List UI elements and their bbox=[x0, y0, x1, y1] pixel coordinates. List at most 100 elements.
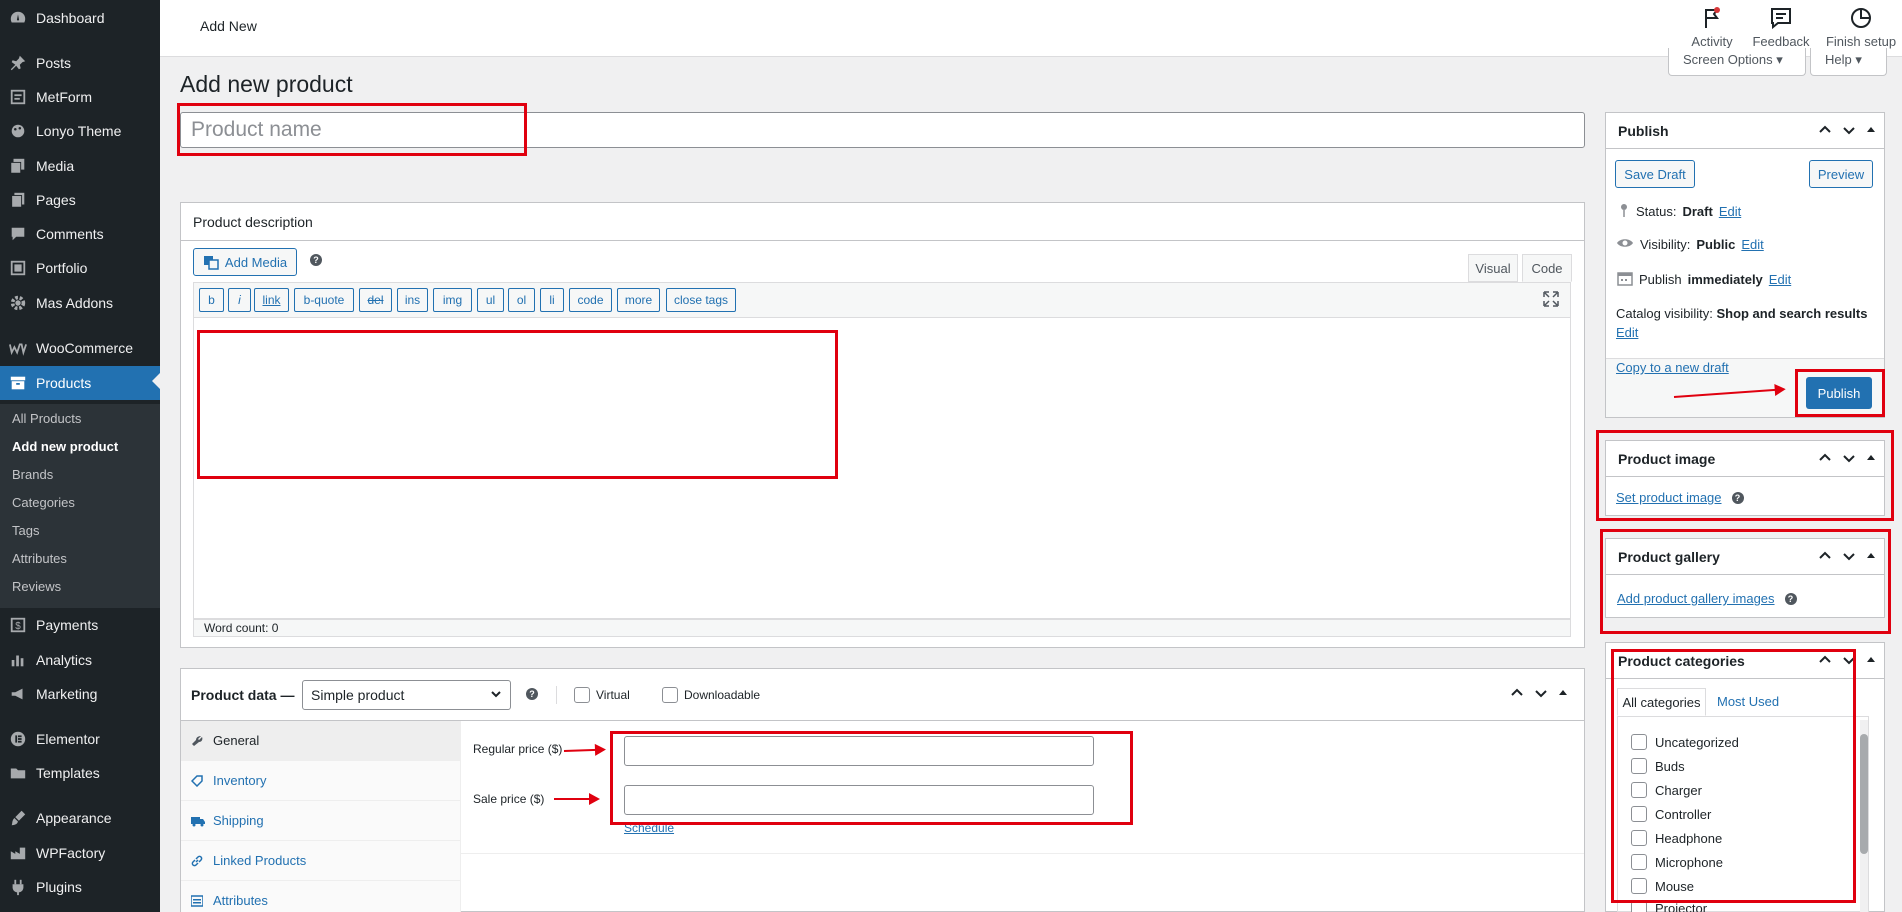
qt-ul-button[interactable]: ul bbox=[477, 288, 504, 312]
category-item[interactable]: Uncategorized bbox=[1631, 734, 1739, 750]
triangle-up-icon[interactable] bbox=[1558, 686, 1568, 703]
sidebar-item-dashboard[interactable]: Dashboard bbox=[0, 3, 160, 33]
sidebar-item-products[interactable]: Products bbox=[0, 366, 160, 400]
qt-ins-button[interactable]: ins bbox=[397, 288, 428, 312]
sidebar-item-portfolio[interactable]: Portfolio bbox=[0, 253, 160, 283]
publish-button[interactable]: Publish bbox=[1806, 377, 1872, 409]
submenu-attributes[interactable]: Attributes bbox=[12, 551, 67, 566]
qt-li-button[interactable]: li bbox=[540, 288, 564, 312]
help-icon[interactable]: ? bbox=[1784, 592, 1797, 605]
status-edit-link[interactable]: Edit bbox=[1719, 204, 1741, 219]
sidebar-item-pages[interactable]: Pages bbox=[0, 185, 160, 215]
submenu-tags[interactable]: Tags bbox=[12, 523, 39, 538]
sidebar-item-analytics[interactable]: Analytics bbox=[0, 645, 160, 675]
submenu-brands[interactable]: Brands bbox=[12, 467, 53, 482]
sidebar-item-lonyo-theme[interactable]: Lonyo Theme bbox=[0, 116, 160, 146]
qt-img-button[interactable]: img bbox=[433, 288, 472, 312]
triangle-up-icon[interactable] bbox=[1866, 653, 1876, 670]
product-name-input[interactable] bbox=[180, 112, 1585, 148]
checkbox-box[interactable] bbox=[1631, 830, 1647, 846]
submenu-categories[interactable]: Categories bbox=[12, 495, 75, 510]
tab-visual[interactable]: Visual bbox=[1468, 254, 1518, 282]
help-icon[interactable]: ? bbox=[526, 688, 538, 700]
product-type-select[interactable]: Simple product bbox=[302, 680, 511, 710]
add-media-button[interactable]: Add Media bbox=[193, 248, 297, 276]
chevron-down-icon[interactable] bbox=[1842, 123, 1856, 140]
qt-more-button[interactable]: more bbox=[617, 288, 660, 312]
checkbox-box[interactable] bbox=[1631, 758, 1647, 774]
sidebar-item-wpfactory[interactable]: WPFactory bbox=[0, 838, 160, 868]
checkbox-box[interactable] bbox=[1631, 854, 1647, 870]
qt-code-button[interactable]: code bbox=[569, 288, 612, 312]
sidebar-item-marketing[interactable]: Marketing bbox=[0, 679, 160, 709]
tab-attributes[interactable]: Attributes bbox=[181, 881, 461, 912]
triangle-up-icon[interactable] bbox=[1866, 451, 1876, 468]
tab-code[interactable]: Code bbox=[1522, 254, 1572, 282]
sale-price-input[interactable] bbox=[624, 785, 1094, 815]
chevron-down-icon[interactable] bbox=[1534, 686, 1548, 703]
set-product-image-link[interactable]: Set product image bbox=[1616, 490, 1722, 505]
fullscreen-icon[interactable] bbox=[1543, 291, 1559, 310]
regular-price-input[interactable] bbox=[624, 736, 1094, 766]
checkbox-box[interactable] bbox=[1631, 901, 1647, 912]
qt-bold-button[interactable]: b bbox=[199, 288, 224, 312]
triangle-up-icon[interactable] bbox=[1866, 549, 1876, 566]
chevron-down-icon[interactable] bbox=[1842, 549, 1856, 566]
activity-button[interactable]: Activity bbox=[1682, 6, 1742, 49]
save-draft-button[interactable]: Save Draft bbox=[1615, 160, 1695, 188]
publish-date-edit-link[interactable]: Edit bbox=[1769, 272, 1791, 287]
qt-close-tags-button[interactable]: close tags bbox=[666, 288, 736, 312]
screen-options-button[interactable]: Screen Options ▾ bbox=[1668, 48, 1806, 76]
tab-all-categories[interactable]: All categories bbox=[1617, 688, 1706, 716]
finish-setup-button[interactable]: Finish setup bbox=[1820, 6, 1902, 49]
category-item[interactable]: Buds bbox=[1631, 758, 1685, 774]
checkbox-box[interactable] bbox=[1631, 734, 1647, 750]
qt-link-button[interactable]: link bbox=[254, 288, 289, 312]
category-item[interactable]: Projector bbox=[1631, 901, 1707, 912]
qt-bquote-button[interactable]: b-quote bbox=[294, 288, 354, 312]
tab-most-used[interactable]: Most Used bbox=[1717, 694, 1779, 709]
chevron-up-icon[interactable] bbox=[1818, 549, 1832, 566]
sidebar-item-templates[interactable]: Templates bbox=[0, 758, 160, 788]
category-item[interactable]: Charger bbox=[1631, 782, 1702, 798]
triangle-up-icon[interactable] bbox=[1866, 123, 1876, 140]
chevron-down-icon[interactable] bbox=[1842, 451, 1856, 468]
tab-linked-products[interactable]: Linked Products bbox=[181, 841, 461, 881]
sidebar-item-posts[interactable]: Posts bbox=[0, 48, 160, 78]
tab-general[interactable]: General bbox=[181, 721, 461, 761]
chevron-down-icon[interactable] bbox=[1842, 653, 1856, 670]
sidebar-item-comments[interactable]: Comments bbox=[0, 219, 160, 249]
qt-del-button[interactable]: del bbox=[359, 288, 392, 312]
checkbox-box[interactable] bbox=[1631, 782, 1647, 798]
feedback-button[interactable]: Feedback bbox=[1746, 6, 1816, 49]
scrollbar-thumb[interactable] bbox=[1860, 734, 1868, 854]
chevron-up-icon[interactable] bbox=[1510, 686, 1524, 703]
sidebar-item-appearance[interactable]: Appearance bbox=[0, 803, 160, 833]
qt-ol-button[interactable]: ol bbox=[508, 288, 535, 312]
tab-inventory[interactable]: Inventory bbox=[181, 761, 461, 801]
category-item[interactable]: Controller bbox=[1631, 806, 1711, 822]
sidebar-item-plugins[interactable]: Plugins bbox=[0, 872, 160, 902]
checkbox-box[interactable] bbox=[574, 687, 590, 703]
chevron-up-icon[interactable] bbox=[1818, 653, 1832, 670]
checkbox-box[interactable] bbox=[662, 687, 678, 703]
scrollbar[interactable] bbox=[1860, 720, 1868, 912]
downloadable-checkbox[interactable]: Downloadable bbox=[662, 687, 760, 703]
copy-draft-link[interactable]: Copy to a new draft bbox=[1616, 360, 1729, 375]
chevron-up-icon[interactable] bbox=[1818, 123, 1832, 140]
sidebar-item-elementor[interactable]: Elementor bbox=[0, 724, 160, 754]
sidebar-item-payments[interactable]: $ Payments bbox=[0, 610, 160, 640]
help-icon[interactable]: ? bbox=[310, 254, 322, 266]
category-item[interactable]: Microphone bbox=[1631, 854, 1723, 870]
virtual-checkbox[interactable]: Virtual bbox=[574, 687, 630, 703]
help-icon[interactable]: ? bbox=[1731, 491, 1744, 504]
description-textarea[interactable] bbox=[193, 318, 1571, 619]
checkbox-box[interactable] bbox=[1631, 878, 1647, 894]
schedule-link[interactable]: Schedule bbox=[624, 821, 674, 835]
visibility-edit-link[interactable]: Edit bbox=[1741, 237, 1763, 252]
qt-italic-button[interactable]: i bbox=[228, 288, 251, 312]
checkbox-box[interactable] bbox=[1631, 806, 1647, 822]
category-item[interactable]: Mouse bbox=[1631, 878, 1694, 894]
help-button[interactable]: Help ▾ bbox=[1810, 48, 1887, 76]
submenu-add-new-product[interactable]: Add new product bbox=[12, 439, 118, 454]
